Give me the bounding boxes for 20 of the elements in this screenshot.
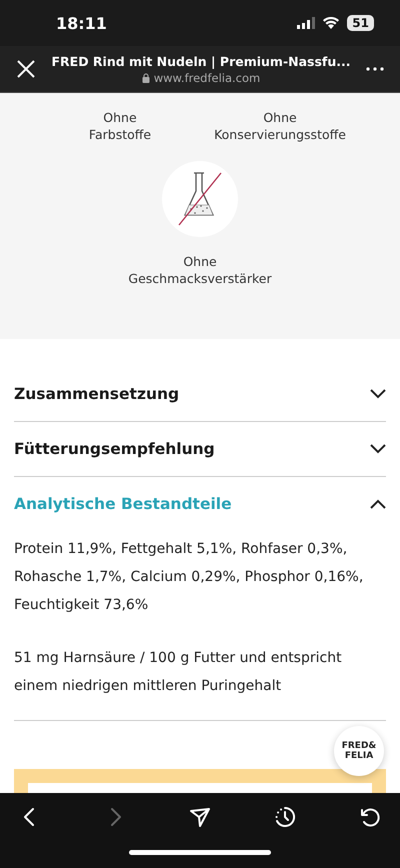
more-icon[interactable] — [366, 67, 384, 71]
signal-icon — [297, 17, 316, 29]
page-url: www.fredfelia.com — [154, 70, 260, 84]
close-icon[interactable] — [16, 59, 36, 79]
chevron-icon — [370, 499, 386, 509]
lock-icon — [142, 72, 150, 82]
battery-level: 51 — [347, 15, 374, 31]
page-title: FRED Rind mit Nudeln | Premium-Nassfu... — [52, 54, 350, 68]
accordion-header[interactable]: Fütterungsempfehlung — [14, 422, 386, 477]
wifi-icon — [323, 17, 340, 29]
chat-button[interactable]: FRED& FELIA — [334, 726, 384, 776]
feature-label: Ohne Geschmacksverstärker — [128, 253, 272, 287]
paragraph: Protein 11,9%, Fettgehalt 5,1%, Rohfaser 0,3%, Rohasche 1,7%, Calcium 0,29%, Phosphor 0,16%, Feuchtigkeit 73,6% — [14, 540, 364, 615]
status-time: 18:11 — [56, 14, 107, 32]
feature-label: Ohne Konservierungsstoffe — [214, 109, 346, 143]
accordion-header[interactable]: Zusammensetzung — [14, 367, 386, 422]
chevron-icon — [370, 444, 386, 454]
paragraph: 51 mg Harnsäure / 100 g Futter und entspricht einem niedrigen mittleren Puringehalt — [14, 649, 343, 696]
chevron-icon — [370, 389, 386, 399]
feature-label: Ohne Farbstoffe — [88, 109, 152, 143]
